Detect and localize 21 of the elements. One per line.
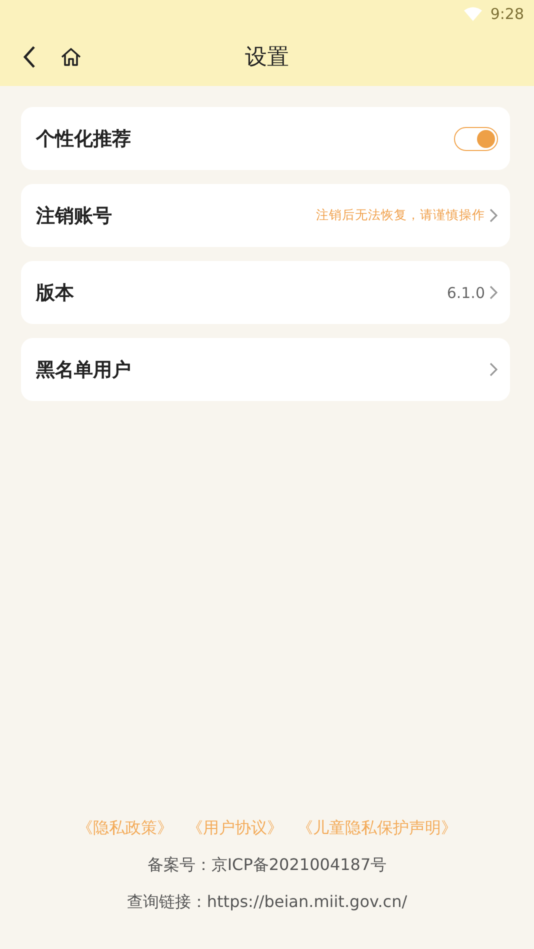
warning-text: 注销后无法恢复，请谨慎操作 xyxy=(316,207,485,224)
setting-label: 个性化推荐 xyxy=(36,126,132,152)
chevron-right-icon xyxy=(489,208,498,223)
settings-row[interactable]: 注销账号 注销后无法恢复，请谨慎操作 xyxy=(21,184,510,247)
wifi-icon xyxy=(464,7,482,21)
version-value: 6.1.0 xyxy=(446,284,485,302)
record-number: 备案号：京ICP备2021004187号 xyxy=(147,855,387,876)
home-button[interactable] xyxy=(60,46,82,68)
toggle-switch[interactable] xyxy=(454,126,498,150)
settings-row[interactable]: 黑名单用户 xyxy=(21,338,510,401)
settings-row[interactable]: 版本 6.1.0 xyxy=(21,261,510,324)
query-link-text: 查询链接：https://beian.miit.gov.cn/ xyxy=(126,892,408,913)
page-title: 设置 xyxy=(245,44,289,72)
setting-label: 注销账号 xyxy=(36,204,113,228)
back-button[interactable] xyxy=(22,45,36,69)
setting-label: 黑名单用户 xyxy=(36,358,132,382)
chevron-right-icon xyxy=(489,285,498,300)
status-time: 9:28 xyxy=(490,5,524,23)
setting-label: 版本 xyxy=(36,280,75,306)
settings-row[interactable]: 个性化推荐 xyxy=(21,107,510,170)
chevron-right-icon xyxy=(489,362,498,377)
